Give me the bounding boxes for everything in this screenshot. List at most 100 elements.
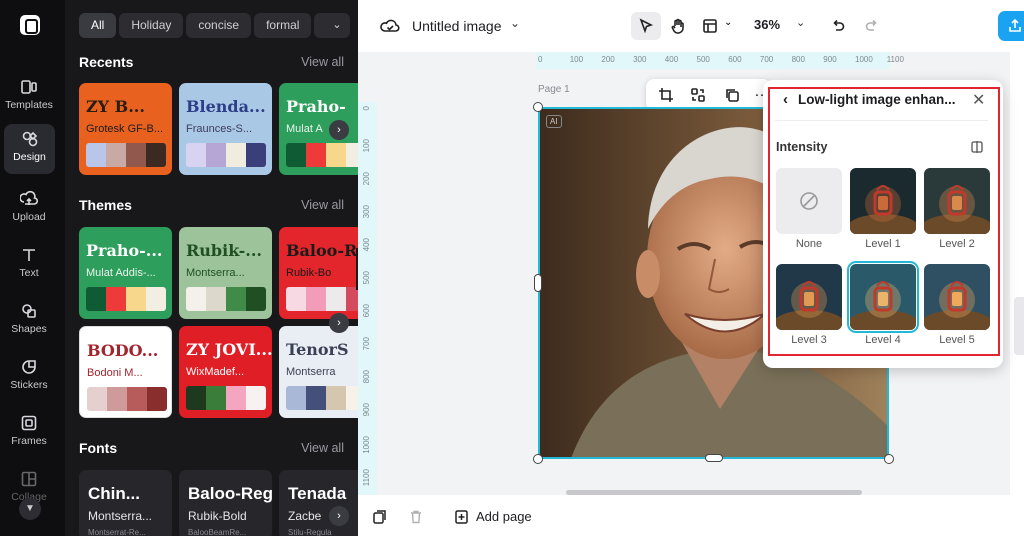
cloud-sync-icon[interactable] bbox=[380, 17, 400, 40]
top-bar: Untitled image ⌄ ⌄ 36% ⌄ bbox=[358, 0, 1024, 52]
intensity-option[interactable] bbox=[847, 261, 919, 333]
ruler-tick-label: 800 bbox=[362, 370, 371, 384]
color-swatch bbox=[226, 386, 246, 410]
resize-handle-bottom-left[interactable] bbox=[533, 454, 543, 464]
theme-card-title: Baloo-Regu bbox=[286, 241, 358, 260]
rail-item-upload[interactable]: Upload bbox=[0, 184, 58, 234]
select-tool-button[interactable] bbox=[631, 12, 661, 40]
theme-card[interactable]: Baloo-Regu Rubik-Bo bbox=[279, 227, 358, 319]
ruler-tick-label: 800 bbox=[791, 55, 805, 64]
property-tab[interactable] bbox=[1014, 297, 1024, 355]
cursor-icon bbox=[638, 18, 654, 38]
recents-next-button[interactable]: › bbox=[329, 120, 349, 140]
theme-card[interactable]: Blenda... Fraunces-S... bbox=[179, 83, 272, 175]
title-dropdown-icon[interactable]: ⌄ bbox=[510, 16, 520, 30]
resize-handle-bottom[interactable] bbox=[705, 454, 723, 462]
color-swatch bbox=[306, 386, 326, 410]
font-card[interactable]: Baloo-Regul... Rubik-Bold BalooBeamRe... bbox=[179, 470, 272, 536]
color-swatches bbox=[286, 386, 358, 410]
document-title[interactable]: Untitled image bbox=[412, 18, 502, 34]
compare-icon[interactable] bbox=[970, 140, 984, 159]
theme-card-subtitle: Mulat Addis-... bbox=[86, 267, 156, 279]
intensity-option[interactable] bbox=[924, 168, 990, 234]
intensity-option-label: Level 4 bbox=[865, 334, 901, 346]
ruler-tick-label: 400 bbox=[362, 238, 371, 252]
add-page-button[interactable]: Add page bbox=[476, 509, 532, 524]
rail-item-shapes[interactable]: Shapes bbox=[0, 296, 58, 346]
rail-item-templates[interactable]: Templates bbox=[0, 72, 58, 122]
export-button[interactable] bbox=[998, 11, 1024, 41]
lantern-thumbnail bbox=[924, 264, 990, 330]
chips-expand-button[interactable]: ⌄ bbox=[324, 13, 350, 38]
redo-icon bbox=[864, 19, 880, 38]
themes-view-all[interactable]: View all bbox=[301, 198, 344, 212]
rail-item-design[interactable]: Design bbox=[4, 124, 55, 174]
chevron-right-icon: › bbox=[337, 510, 341, 522]
intensity-option[interactable] bbox=[850, 168, 916, 234]
resize-handle-left[interactable] bbox=[534, 274, 542, 292]
low-light-enhance-panel: ‹ Low-light image enhan... ✕ Intensity N… bbox=[763, 80, 1003, 368]
horizontal-ruler: 0 100 200 300 400 500 600 700 800 900 1000 1100 bbox=[536, 52, 904, 69]
hand-tool-button[interactable] bbox=[664, 12, 692, 40]
color-swatches bbox=[186, 287, 266, 311]
rail-item-frames[interactable]: Frames bbox=[0, 408, 58, 458]
intensity-option[interactable] bbox=[776, 168, 842, 234]
lantern-thumbnail bbox=[850, 264, 916, 330]
intensity-option[interactable] bbox=[924, 264, 990, 330]
theme-card[interactable]: Praho-... Mulat Addis-... bbox=[79, 227, 172, 319]
theme-card-title: ZY B... bbox=[86, 97, 145, 116]
design-icon bbox=[21, 130, 39, 148]
zoom-level[interactable]: 36% bbox=[754, 17, 780, 32]
zoom-dropdown-icon[interactable]: ⌄ bbox=[796, 16, 805, 29]
font-card[interactable]: Tenada Zacbe Stilu-Regula bbox=[279, 470, 358, 536]
redo-button[interactable] bbox=[860, 12, 884, 40]
frames-icon bbox=[20, 414, 38, 432]
theme-card[interactable]: ZY B... Grotesk GF-B... bbox=[79, 83, 172, 175]
back-icon[interactable]: ‹ bbox=[783, 91, 788, 108]
ruler-tick-label: 200 bbox=[362, 172, 371, 186]
chip-all[interactable]: All bbox=[79, 13, 117, 38]
intensity-option-label: Level 3 bbox=[791, 334, 827, 346]
theme-card[interactable]: ZY JOVI... WixMadef... bbox=[179, 326, 272, 418]
pages-icon[interactable] bbox=[372, 509, 388, 530]
add-page-icon[interactable] bbox=[454, 509, 470, 530]
trash-icon[interactable] bbox=[408, 509, 424, 530]
resize-handle-top-left[interactable] bbox=[533, 102, 543, 112]
color-swatches bbox=[87, 387, 167, 411]
font-card-text: Montserrat-Re... bbox=[88, 528, 146, 536]
color-swatches bbox=[186, 386, 266, 410]
design-panel: AllHolidayconciseformalc ⌄ Recents View … bbox=[65, 0, 358, 536]
collapse-rail-button[interactable]: ▼ bbox=[19, 498, 41, 520]
recents-view-all[interactable]: View all bbox=[301, 55, 344, 69]
rail-item-stickers[interactable]: Stickers bbox=[0, 352, 58, 402]
chip-concise[interactable]: concise bbox=[186, 13, 252, 38]
theme-card[interactable]: Rubik-... Montserra... bbox=[179, 227, 272, 319]
fonts-next-button[interactable]: › bbox=[329, 506, 349, 526]
color-swatch bbox=[306, 143, 326, 167]
fonts-view-all[interactable]: View all bbox=[301, 441, 344, 455]
color-swatches bbox=[186, 143, 266, 167]
ruler-tick-label: 200 bbox=[601, 55, 615, 64]
chevron-down-icon: ⌄ bbox=[724, 17, 733, 28]
intensity-option[interactable] bbox=[776, 264, 842, 330]
themes-next-button[interactable]: › bbox=[329, 313, 349, 333]
chip-holiday[interactable]: Holiday bbox=[119, 13, 184, 38]
color-swatch bbox=[87, 387, 107, 411]
theme-card-title: Rubik-... bbox=[186, 241, 262, 260]
font-card-text: Rubik-Bold bbox=[188, 509, 247, 523]
rail-label: Upload bbox=[12, 211, 46, 223]
intensity-option-label: Level 5 bbox=[939, 334, 975, 346]
theme-card[interactable]: BODO... Bodoni M... bbox=[79, 326, 172, 418]
color-swatch bbox=[346, 287, 358, 311]
resize-handle-bottom-right[interactable] bbox=[884, 454, 894, 464]
layout-tool-button[interactable]: ⌄ bbox=[702, 12, 742, 40]
ruler-tick-label: 1000 bbox=[855, 55, 873, 64]
ruler-tick-label: 1100 bbox=[886, 55, 904, 64]
chip-formal[interactable]: formal bbox=[254, 13, 312, 38]
font-card[interactable]: Chin... Montserra... Montserrat-Re... bbox=[79, 470, 172, 536]
close-icon[interactable]: ✕ bbox=[972, 90, 985, 110]
theme-card[interactable]: TenorS Montserra bbox=[279, 326, 358, 418]
capcut-logo[interactable] bbox=[20, 15, 40, 35]
undo-button[interactable] bbox=[826, 12, 850, 40]
rail-item-text[interactable]: Text bbox=[0, 240, 58, 290]
